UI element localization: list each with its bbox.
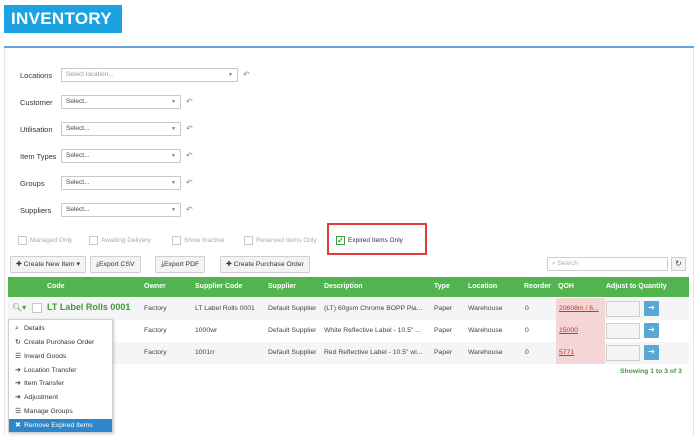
suppliers-select[interactable]: Select... ▼ — [61, 203, 181, 217]
chevron-down-icon: ▼ — [171, 180, 176, 186]
col-owner[interactable]: Owner — [144, 283, 166, 290]
menu-item-adjustment[interactable]: ➔ Adjustment — [9, 391, 112, 404]
awaiting-delivery-checkbox[interactable]: Awaiting Delivery — [89, 236, 151, 245]
col-code[interactable]: Code — [47, 283, 65, 290]
create-new-item-button[interactable]: ✚ Create New Item ▾ — [10, 256, 86, 273]
adjust-quantity-input[interactable] — [606, 301, 640, 317]
qoh-link[interactable]: 5771 — [559, 349, 574, 356]
page-title: INVENTORY — [4, 5, 122, 33]
apply-adjust-button[interactable]: ➔ — [644, 345, 659, 360]
reset-utilisation-icon[interactable]: ↶ — [186, 124, 193, 133]
plus-icon: ✚ — [226, 261, 234, 268]
search-input[interactable]: ⌕ Search — [547, 257, 668, 271]
chevron-down-icon: ▼ — [171, 153, 176, 159]
export-csv-button[interactable]: ⤓Export CSV — [90, 256, 141, 273]
menu-item-create-purchase-order[interactable]: ↻ Create Purchase Order — [9, 336, 112, 349]
apply-adjust-button[interactable]: ➔ — [644, 301, 659, 316]
col-supplier[interactable]: Supplier — [268, 283, 296, 290]
qoh-cell: 20608m / 6... — [556, 298, 605, 320]
list-icon: ☰ — [15, 353, 22, 360]
plus-icon: ✚ — [16, 261, 24, 268]
menu-item-location-transfer[interactable]: ➔ Location Transfer — [9, 364, 112, 377]
search-icon: ⌕ — [15, 325, 19, 332]
search-menu-icon[interactable]: 🔍︎▾ — [12, 303, 26, 312]
export-pdf-button[interactable]: ⤓Export PDF — [155, 256, 206, 273]
refresh-icon: ↻ — [15, 339, 21, 346]
menu-item-remove-expired-items[interactable]: ✖ Remove Expired Items — [9, 419, 112, 432]
row-actions-menu: ⌕ Details ↻ Create Purchase Order ☰ Inward … — [8, 319, 113, 433]
check-icon: ✓ — [336, 236, 345, 245]
filter-label-item-types: Item Types — [20, 152, 57, 161]
caret-down-icon: ▾ — [74, 261, 80, 268]
col-location[interactable]: Location — [468, 283, 497, 290]
table-header: Code Owner Supplier Code Supplier Descri… — [8, 277, 689, 297]
filter-label-groups: Groups — [20, 179, 45, 188]
qoh-link[interactable]: 20608m / 6... — [559, 305, 599, 312]
filter-label-utilisation: Utilisation — [20, 125, 53, 134]
arrow-right-icon: ➔ — [15, 367, 21, 374]
reset-suppliers-icon[interactable]: ↶ — [186, 205, 193, 214]
arrow-right-icon: ➔ — [15, 380, 21, 387]
chevron-down-icon: ▼ — [171, 126, 176, 132]
item-code-link[interactable]: LT Label Rolls 0001 — [47, 302, 130, 312]
menu-item-inward-goods[interactable]: ☰ Inward Goods — [9, 350, 112, 363]
chevron-down-icon: ▼ — [171, 207, 176, 213]
x-icon: ✖ — [15, 422, 21, 429]
reset-groups-icon[interactable]: ↶ — [186, 178, 193, 187]
arrow-right-icon: ➔ — [648, 303, 655, 312]
col-type[interactable]: Type — [434, 283, 450, 290]
adjust-quantity-input[interactable] — [606, 345, 640, 361]
col-description[interactable]: Description — [324, 283, 363, 290]
col-supplier-code[interactable]: Supplier Code — [195, 283, 242, 290]
qoh-cell: 15000 — [556, 320, 605, 342]
reset-locations-icon[interactable]: ↶ — [243, 70, 250, 79]
col-adjust-to-quantity[interactable]: Adjust to Quantity — [606, 283, 667, 290]
table-row: 🔍︎▾ LT Label Rolls 0001 Factory LT Label… — [8, 298, 689, 320]
chevron-down-icon: ▼ — [171, 99, 176, 105]
expired-items-only-checkbox[interactable]: ✓ Expired Items Only — [336, 236, 403, 245]
col-qoh[interactable]: QOH — [558, 283, 574, 290]
adjust-quantity-input[interactable] — [606, 323, 640, 339]
row-checkbox[interactable] — [32, 303, 42, 313]
arrow-right-icon: ➔ — [648, 347, 655, 356]
arrow-right-icon: ➔ — [15, 394, 21, 401]
qoh-cell: 5771 — [556, 342, 605, 364]
create-purchase-order-button[interactable]: ✚ Create Purchase Order — [220, 256, 310, 273]
refresh-button[interactable]: ↻ — [671, 257, 686, 271]
menu-item-item-transfer[interactable]: ➔ Item Transfer — [9, 377, 112, 390]
refresh-icon: ↻ — [675, 259, 682, 268]
menu-item-manage-groups[interactable]: ☰ Manage Groups — [9, 405, 112, 418]
locations-select[interactable]: Select location... ▼ — [61, 68, 238, 82]
reset-item-types-icon[interactable]: ↶ — [186, 151, 193, 160]
reset-customer-icon[interactable]: ↶ — [186, 97, 193, 106]
pagination-info: Showing 1 to 3 of 3 — [620, 368, 682, 375]
col-reorder[interactable]: Reorder — [524, 283, 551, 290]
filter-label-locations: Locations — [20, 71, 53, 80]
filter-label-suppliers: Suppliers — [20, 206, 52, 215]
filter-label-customer: Customer — [20, 98, 53, 107]
reserved-items-only-checkbox[interactable]: Reserved Items Only — [244, 236, 317, 245]
managed-only-checkbox[interactable]: Managed Only — [18, 236, 72, 245]
qoh-link[interactable]: 15000 — [559, 327, 578, 334]
item-types-select[interactable]: Select... ▼ — [61, 149, 181, 163]
customer-select[interactable]: Select.. ▼ — [61, 95, 181, 109]
menu-item-details[interactable]: ⌕ Details — [9, 322, 112, 335]
show-inactive-checkbox[interactable]: Show Inactive — [172, 236, 224, 245]
utilisation-select[interactable]: Select... ▼ — [61, 122, 181, 136]
groups-select[interactable]: Select... ▼ — [61, 176, 181, 190]
arrow-right-icon: ➔ — [648, 325, 655, 334]
apply-adjust-button[interactable]: ➔ — [644, 323, 659, 338]
chevron-down-icon: ▼ — [228, 72, 233, 78]
list-icon: ☰ — [15, 408, 22, 415]
